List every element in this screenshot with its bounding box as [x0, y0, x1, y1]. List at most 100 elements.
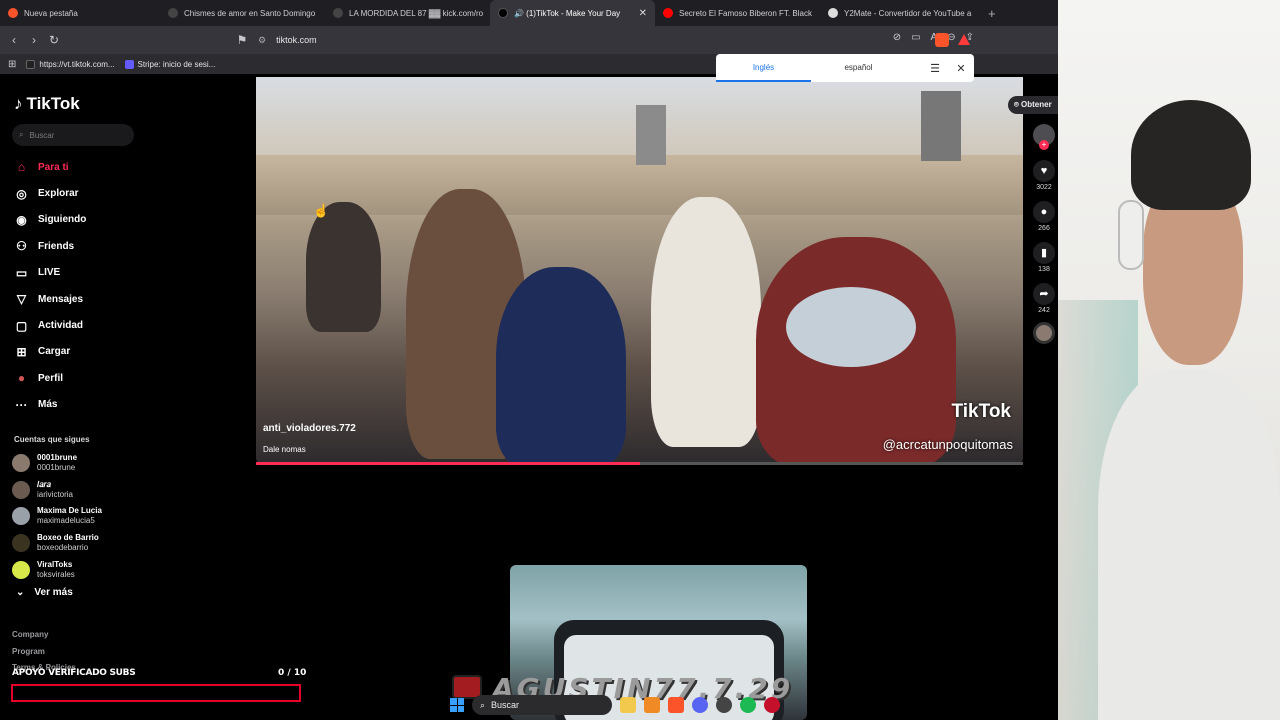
follow-handle: iarivictoria	[37, 489, 74, 499]
following-item[interactable]: ViralToks toksvirales	[12, 556, 102, 583]
follow-name: 0001brune	[37, 453, 78, 463]
nav-live[interactable]: ▭ LIVE	[14, 260, 86, 286]
follow-name: ViralToks	[37, 559, 73, 569]
headphones-icon	[1118, 200, 1144, 270]
tab-title: Nueva pestaña	[24, 8, 78, 18]
media-player-icon[interactable]	[764, 697, 780, 713]
screen-icon[interactable]: ▭	[911, 32, 920, 43]
webcam-feed	[1058, 0, 1280, 720]
nav-mensajes[interactable]: ▽ Mensajes	[14, 286, 86, 312]
tab-new-tab[interactable]: Nueva pestaña	[0, 0, 160, 26]
brave-rewards-icon[interactable]	[958, 34, 970, 45]
subs-goal-count: 0 / 10	[278, 668, 307, 678]
nav-label: Friends	[38, 240, 75, 252]
follow-handle: boxeodebarrio	[37, 543, 89, 553]
comment-action[interactable]: ● 266	[1033, 201, 1055, 232]
following-list: 0001brune 0001brune 𝐼𝑎𝑟𝑎 iarivictoria Maxi…	[12, 450, 102, 583]
avatar	[12, 560, 30, 579]
follow-name: Maxima De Lucia	[37, 506, 102, 516]
reload-icon[interactable]: ↻	[44, 33, 64, 47]
ver-mas-button[interactable]: ⌄ Ver más	[16, 587, 73, 598]
obs-icon[interactable]	[716, 697, 732, 713]
footer-link-program[interactable]: Program	[12, 644, 76, 661]
following-item[interactable]: 0001brune 0001brune	[12, 450, 102, 477]
discord-icon[interactable]	[692, 697, 708, 713]
tab-title: Y2Mate - Convertidor de YouTube a	[844, 8, 972, 18]
bookmark-tiktok[interactable]: https://vt.tiktok.com...	[26, 59, 115, 69]
close-icon[interactable]: ✕	[948, 62, 974, 75]
tiktok-logo[interactable]: ♪ TikTok	[14, 94, 80, 114]
share-action[interactable]: ➦ 242	[1033, 283, 1055, 314]
creator-avatar[interactable]: +	[1033, 124, 1055, 150]
nav-perfil[interactable]: ● Perfil	[14, 365, 86, 391]
y2mate-icon	[828, 8, 838, 18]
get-app-button[interactable]: ⌾ Obtener	[1008, 96, 1058, 114]
home-icon: ⌂	[17, 160, 26, 175]
tab-chismes[interactable]: Chismes de amor en Santo Domingo	[160, 0, 325, 26]
like-action[interactable]: ♥ 3022	[1033, 160, 1055, 191]
search-input[interactable]: ⌕ Buscar	[12, 124, 134, 146]
follow-handle: maximadelucia5	[37, 516, 95, 526]
apps-grid-icon[interactable]: ⊞	[8, 59, 16, 70]
search-icon: ⌕	[480, 699, 486, 710]
file-explorer-icon[interactable]	[620, 697, 636, 713]
translate-lang-espanol[interactable]: español	[811, 54, 906, 82]
tiktok-icon	[498, 8, 508, 18]
nav-siguiendo[interactable]: ◉ Siguiendo	[14, 207, 86, 233]
following-item[interactable]: 𝐼𝑎𝑟𝑎 iarivictoria	[12, 477, 102, 504]
tab-mordida[interactable]: LA MORDIDA DEL 87 ▓▓ kick.com/ro	[325, 0, 490, 26]
tab-bar: Nueva pestaña Chismes de amor en Santo D…	[0, 0, 1058, 26]
save-action[interactable]: ▮ 138	[1033, 242, 1055, 273]
address-bar[interactable]: ⚙ tiktok.com	[258, 30, 978, 50]
app-icon[interactable]	[644, 697, 660, 713]
bookmark-stripe[interactable]: Stripe: inicio de sesi...	[124, 59, 215, 69]
live-icon: ▭	[15, 265, 28, 280]
tab-secreto[interactable]: Secreto El Famoso Biberon FT. Black	[655, 0, 820, 26]
music-disc-icon[interactable]	[1033, 322, 1055, 344]
comment-icon: ●	[1033, 201, 1055, 223]
nav-cargar[interactable]: ⊞ Cargar	[14, 339, 86, 365]
nav-friends[interactable]: ⚇ Friends	[14, 233, 86, 259]
taskbar-search-label: Buscar	[491, 700, 520, 710]
tab-tiktok-active[interactable]: 🔊 (1)TikTok - Make Your Day ✕	[490, 0, 655, 26]
back-icon[interactable]: ‹	[4, 33, 24, 47]
nav-mas[interactable]: ··· Más	[14, 392, 86, 418]
video-person	[496, 267, 626, 464]
video-username[interactable]: anti_violadores.772	[263, 423, 356, 434]
windows-start-icon[interactable]	[450, 698, 464, 712]
spotify-icon[interactable]	[740, 697, 756, 713]
subs-goal-label: APOYO VERIFICADO SUBS	[12, 668, 136, 678]
close-tab-icon[interactable]: ✕	[639, 8, 647, 19]
chevron-down-icon: ⌄	[16, 587, 25, 598]
following-item[interactable]: Boxeo de Barrio boxeodebarrio	[12, 530, 102, 557]
brave-shields-icon[interactable]	[935, 33, 949, 47]
nav-actividad[interactable]: ▢ Actividad	[14, 312, 86, 338]
menu-icon[interactable]: ☰	[922, 62, 948, 75]
nav-para-ti[interactable]: ⌂ Para ti	[14, 154, 86, 180]
nav-explorar[interactable]: ◎ Explorar	[14, 180, 86, 206]
nav-label: Cargar	[38, 346, 71, 358]
tab-y2mate[interactable]: Y2Mate - Convertidor de YouTube a	[820, 0, 980, 26]
forward-icon[interactable]: ›	[24, 33, 44, 47]
avatar	[12, 480, 30, 499]
taskbar-search[interactable]: ⌕ Buscar	[472, 695, 612, 715]
translate-lang-ingles[interactable]: Inglés	[716, 54, 811, 82]
nav-label: Perfil	[38, 372, 64, 384]
mute-icon[interactable]: ⊘	[893, 32, 901, 43]
comment-count: 266	[1038, 225, 1050, 232]
stripe-icon	[124, 59, 134, 69]
site-settings-icon[interactable]: ⚙	[258, 35, 266, 46]
new-tab-plus-icon[interactable]: +	[980, 6, 1004, 21]
footer-link-company[interactable]: Company	[12, 627, 76, 644]
brave-icon[interactable]	[668, 697, 684, 713]
following-item[interactable]: Maxima De Lucia maximadelucia5	[12, 503, 102, 530]
video-cap	[786, 287, 916, 367]
bookmark-icon[interactable]: ⚑	[232, 33, 252, 47]
video-progress-bar[interactable]	[256, 462, 1023, 465]
video-player[interactable]: anti_violadores.772 Dale nomas TikTok @a…	[256, 77, 1023, 464]
follow-plus-icon[interactable]: +	[1039, 140, 1049, 150]
bookmark-icon: ▮	[1033, 242, 1055, 264]
url-text: tiktok.com	[276, 35, 317, 45]
video-person	[306, 202, 381, 332]
avatar	[12, 507, 30, 526]
